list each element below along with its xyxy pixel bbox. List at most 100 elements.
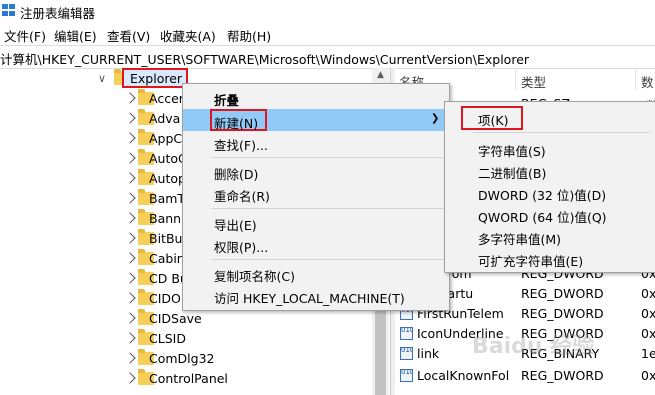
expand-arrow-icon[interactable] — [124, 192, 136, 204]
value-type: REG_DWORD — [521, 368, 604, 383]
submenu-item-label: QWORD (64 位)值(Q) — [478, 210, 607, 225]
expand-arrow-icon[interactable] — [124, 312, 136, 324]
expand-arrow-icon[interactable] — [124, 352, 136, 364]
menu-item-label: 查找(F)... — [214, 138, 268, 153]
submenu-item-string-value[interactable]: 字符串值(S) — [445, 137, 655, 159]
expand-arrow-icon[interactable] — [124, 212, 136, 224]
submenu-item-label: 可扩充字符串值(E) — [478, 254, 584, 269]
tree-item-label: Adva — [149, 111, 181, 126]
value-data: 0x — [641, 306, 655, 321]
menu-item-rename[interactable]: 重命名(R) — [183, 182, 449, 204]
submenu-item-key[interactable]: 项(K) — [445, 106, 655, 130]
tree-item-label: Cabin — [149, 251, 185, 266]
submenu-item-expandable-string-value[interactable]: 可扩充字符串值(E) — [445, 247, 655, 269]
value-type: REG_DWORD — [521, 306, 604, 321]
tree-item-label: BamT — [149, 191, 186, 206]
value-name: link — [417, 346, 440, 361]
value-name: LocalKnownFol — [417, 368, 510, 383]
menu-item-label: 删除(D) — [214, 167, 259, 182]
menu-separator — [473, 132, 651, 133]
menu-item-find[interactable]: 查找(F)... — [183, 131, 449, 153]
scrollbar-thumb[interactable] — [375, 300, 386, 395]
menu-item-label: 权限(P)... — [214, 240, 269, 255]
menu-separator — [211, 208, 445, 209]
menu-help[interactable]: 帮助(H) — [227, 26, 271, 45]
menu-bar: 文件(F) 编辑(E) 查看(V) 收藏夹(A) 帮助(H) — [0, 24, 655, 44]
tree-item-label: Bann — [149, 211, 182, 226]
submenu-item-label: 多字符串值(M) — [478, 232, 562, 247]
expand-arrow-icon[interactable] — [124, 292, 136, 304]
expand-arrow-icon[interactable] — [124, 92, 136, 104]
value-data: 0x — [641, 368, 655, 383]
menu-item-permissions[interactable]: 权限(P)... — [183, 233, 449, 255]
tree-item-label: AppC — [149, 131, 183, 146]
menu-item-label: 复制项名称(C) — [214, 269, 295, 284]
window-title: 注册表编辑器 — [20, 6, 96, 21]
menu-separator — [211, 259, 445, 260]
menu-item-delete[interactable]: 删除(D) — [183, 160, 449, 182]
column-header-type[interactable]: 类型 — [521, 72, 546, 91]
menu-item-new[interactable]: 新建(N) ❯ — [183, 109, 449, 131]
registry-app-icon — [2, 4, 16, 17]
menu-edit[interactable]: 编辑(E) — [54, 26, 97, 45]
column-header-data[interactable]: 数 — [641, 72, 654, 91]
expand-arrow-icon[interactable] — [124, 232, 136, 244]
submenu-item-qword-value[interactable]: QWORD (64 位)值(Q) — [445, 203, 655, 225]
tree-item-label: CIDSave — [149, 311, 202, 326]
collapse-chevron-icon[interactable]: ∨ — [98, 72, 106, 85]
value-data: 1e — [641, 346, 655, 361]
column-divider[interactable] — [635, 68, 636, 90]
menu-item-go-to-hklm[interactable]: 访问 HKEY_LOCAL_MACHINE(T) — [183, 284, 449, 306]
tree-item-label: ComDlg32 — [149, 351, 215, 366]
scroll-up-arrow-icon[interactable]: ▲ — [372, 70, 389, 84]
expand-arrow-icon[interactable] — [124, 332, 136, 344]
tree-item[interactable]: CLSID — [124, 329, 376, 349]
expand-arrow-icon[interactable] — [124, 132, 136, 144]
tree-item-explorer-label[interactable]: Explorer — [130, 71, 182, 86]
expand-arrow-icon[interactable] — [124, 372, 136, 384]
menu-item-label: 导出(E) — [214, 218, 257, 233]
menu-item-export[interactable]: 导出(E) — [183, 211, 449, 233]
expand-arrow-icon[interactable] — [124, 172, 136, 184]
expand-arrow-icon[interactable] — [124, 272, 136, 284]
menu-item-label: 访问 HKEY_LOCAL_MACHINE(T) — [214, 291, 405, 306]
expand-arrow-icon[interactable] — [124, 152, 136, 164]
menu-favorites[interactable]: 收藏夹(A) — [160, 26, 216, 45]
address-bar[interactable]: 计算机\HKEY_CURRENT_USER\SOFTWARE\Microsoft… — [0, 45, 655, 69]
menu-item-collapse[interactable]: 折叠 — [183, 86, 449, 108]
menu-separator — [211, 157, 445, 158]
submenu-item-label: 二进制值(B) — [478, 166, 547, 181]
reg-binary-icon: 010 — [400, 347, 413, 360]
value-type: REG_DWORD — [521, 286, 604, 301]
menu-item-copy-key-name[interactable]: 复制项名称(C) — [183, 262, 449, 284]
tree-item[interactable]: CIDSave — [124, 309, 376, 329]
menu-item-label: 重命名(R) — [214, 189, 270, 204]
submenu-arrow-icon: ❯ — [431, 113, 440, 124]
tree-item-label: Autop — [149, 171, 186, 186]
column-divider[interactable] — [515, 68, 516, 90]
tree-item[interactable]: ComDlg32 — [124, 349, 376, 369]
menu-file[interactable]: 文件(F) — [4, 26, 46, 45]
submenu-item-label: DWORD (32 位)值(D) — [478, 188, 607, 203]
reg-binary-icon: 010 — [400, 369, 413, 382]
expand-arrow-icon[interactable] — [124, 112, 136, 124]
new-submenu: 项(K) 字符串值(S) 二进制值(B) DWORD (32 位)值(D) QW… — [444, 101, 655, 273]
address-path[interactable]: 计算机\HKEY_CURRENT_USER\SOFTWARE\Microsoft… — [0, 49, 529, 68]
tree-item-label: CIDO — [149, 291, 181, 306]
expand-arrow-icon[interactable] — [124, 252, 136, 264]
reg-binary-icon: 010 — [400, 327, 413, 340]
tree-item[interactable]: ControlPanel — [124, 369, 376, 389]
tree-item-label: CLSID — [149, 331, 186, 346]
submenu-item-dword-value[interactable]: DWORD (32 位)值(D) — [445, 181, 655, 203]
tree-item-label: ControlPanel — [149, 371, 228, 386]
submenu-item-multi-string-value[interactable]: 多字符串值(M) — [445, 225, 655, 247]
submenu-item-binary-value[interactable]: 二进制值(B) — [445, 159, 655, 181]
menu-item-label: 折叠 — [214, 93, 240, 108]
submenu-item-label: 项(K) — [478, 113, 509, 128]
list-item[interactable]: 010 LocalKnownFol REG_DWORD 0x — [395, 366, 655, 386]
value-data: 0x — [641, 326, 655, 341]
watermark-logo: Baidu 经验 — [472, 334, 595, 359]
menu-view[interactable]: 查看(V) — [107, 26, 150, 45]
tree-item-label: BitBu — [149, 231, 183, 246]
menu-item-label: 新建(N) — [214, 116, 259, 131]
